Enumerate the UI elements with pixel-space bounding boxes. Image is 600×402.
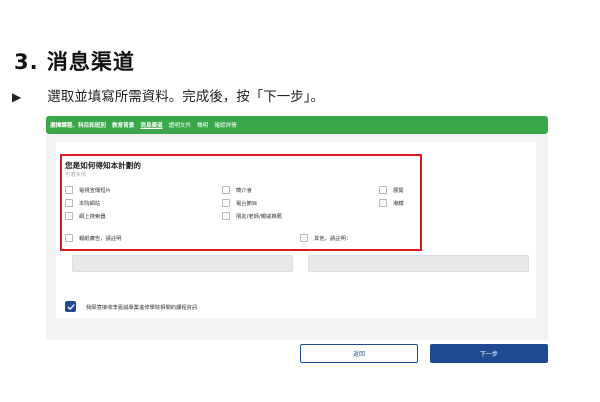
consent-label: 我願意接收李嘉誠專業進修學院相關的課程資訊 [86,305,198,311]
check-icon [67,303,75,310]
step-supporting-documents: 證明文件 [168,123,192,129]
wizard-steps-bar: 選擇課程、科目和班別 教育背景 消息渠道 證明文件 聲明 確認詳情 [46,116,548,134]
next-button[interactable]: 下一步 [430,344,548,363]
step-course-selection[interactable]: 選擇課程、科目和班別 [50,121,106,129]
step-education-background[interactable]: 教育背景 [112,121,134,129]
instruction-text: 選取並填寫所需資料。完成後，按「下一步」。 [47,89,324,105]
consent-checkbox[interactable] [65,301,76,312]
newspaper-ad-specify-input[interactable] [72,255,293,272]
instruction-line: ▶ 選取並填寫所需資料。完成後，按「下一步」。 [12,85,324,105]
other-specify-input[interactable] [308,255,529,272]
triangle-bullet-icon: ▶ [12,90,22,104]
back-button[interactable]: 返回 [300,344,418,363]
highlight-frame [60,154,422,251]
section-heading: 3. 消息渠道 [14,50,135,74]
step-declaration: 聲明 [197,123,209,129]
step-information-channel[interactable]: 消息渠道 [140,121,162,129]
step-confirm-details: 確認詳情 [214,123,237,129]
